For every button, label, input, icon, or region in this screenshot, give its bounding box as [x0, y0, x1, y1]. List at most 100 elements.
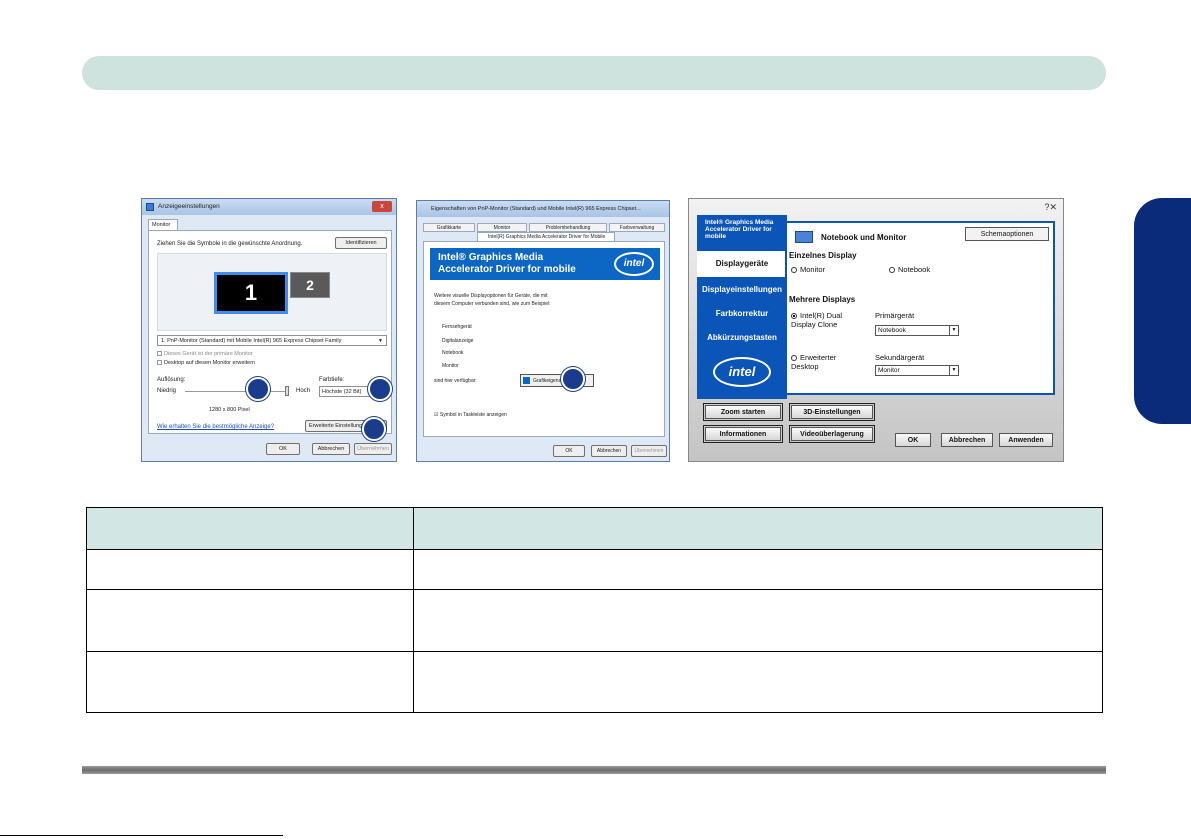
table-cell: [413, 589, 1103, 652]
radio-dual-clone[interactable]: Intel(R) Dual Display Clone: [791, 311, 861, 329]
radio-extended-desktop[interactable]: Erweiterter Desktop: [791, 353, 861, 371]
cancel-button[interactable]: Abbrechen: [941, 433, 993, 447]
resolution-slider-thumb[interactable]: [285, 386, 289, 396]
footer-rule: [82, 766, 1106, 774]
checkbox-icon: [157, 351, 162, 357]
help-close-icons[interactable]: ?✕: [1044, 202, 1057, 213]
monitor-2-tile[interactable]: 2: [290, 272, 330, 298]
tab-monitor[interactable]: Monitor: [477, 223, 527, 232]
nav-displaygeraete[interactable]: Displaygeräte: [697, 251, 787, 277]
monitor-1-tile[interactable]: 1: [214, 272, 288, 314]
monitor-properties-screenshot: Eigenschaften von PnP-Monitor (Standard)…: [416, 200, 670, 462]
3d-settings-button[interactable]: 3D-Einstellungen: [789, 403, 875, 421]
table-cell: [413, 549, 1103, 590]
table-row: [86, 651, 1103, 713]
table-header-cell: [413, 507, 1103, 550]
side-tab: [1134, 198, 1191, 424]
nav-abkuerzungstasten[interactable]: Abkürzungstasten: [697, 325, 787, 351]
properties-tabs: Grafikkarte Monitor Problembehandlung Fa…: [423, 223, 665, 232]
close-icon[interactable]: x: [372, 201, 392, 212]
primary-monitor-checkbox[interactable]: Dieses Gerät ist der primäre Monitor: [157, 351, 253, 357]
tab-farbverwaltung[interactable]: Farbverwaltung: [609, 223, 665, 232]
panel-title: Notebook und Monitor: [821, 233, 907, 242]
extend-desktop-checkbox[interactable]: Desktop auf diesen Monitor erweitern: [157, 360, 255, 366]
table-cell: [413, 651, 1103, 713]
radio-notebook[interactable]: Notebook: [889, 265, 930, 274]
radio-icon: [889, 267, 895, 274]
device-item: Fernsehgerät: [442, 324, 472, 330]
primary-device-label: Primärgerät: [875, 311, 915, 320]
dual-clone-label: Intel(R) Dual Display Clone: [791, 311, 843, 329]
radio-monitor-label: Monitor: [800, 265, 826, 274]
ok-button[interactable]: OK: [553, 445, 585, 457]
extend-desktop-label: Desktop auf diesen Monitor erweitern: [164, 360, 256, 366]
display-settings-screenshot: Anzeigeeinstellungen x Monitor Ziehen Si…: [141, 198, 397, 462]
resolution-low-label: Niedrig: [157, 388, 177, 394]
radio-selected-icon: [791, 313, 797, 320]
zoom-start-button[interactable]: Zoom starten: [703, 403, 783, 421]
checkbox-icon: [157, 360, 162, 366]
apply-button[interactable]: Anwenden: [999, 433, 1053, 447]
secondary-device-select[interactable]: Monitor ▼: [875, 365, 959, 376]
table-row: [86, 589, 1103, 652]
banner-text: Intel® Graphics Media Accelerator Driver…: [438, 252, 576, 275]
window-title: Anzeigeeinstellungen: [158, 203, 220, 210]
nav-displayeinstellungen[interactable]: Displayeinstellungen: [697, 277, 787, 303]
apply-button[interactable]: Übernehmen: [354, 443, 392, 455]
intel-sidebar: Intel® Graphics Media Accelerator Driver…: [697, 215, 787, 399]
chevron-down-icon: ▼: [949, 326, 958, 335]
tray-icon-checkbox[interactable]: ☑ Symbol in Taskleiste anzeigen: [434, 412, 507, 418]
tab-grafikkarte[interactable]: Grafikkarte: [423, 223, 475, 232]
tray-icon-label: Symbol in Taskleiste anzeigen: [439, 412, 507, 418]
intel-gma-screenshot: ?✕ Intel® Graphics Media Accelerator Dri…: [688, 198, 1064, 462]
callout-4: [561, 367, 585, 391]
table-header-row: [86, 507, 1103, 550]
display-devices-panel: Notebook und Monitor Schemaoptionen Einz…: [785, 221, 1055, 395]
window-title-bar: Anzeigeeinstellungen x: [142, 199, 396, 215]
radio-notebook-label: Notebook: [898, 265, 931, 274]
video-overlay-button[interactable]: Videoüberlagerung: [789, 425, 875, 443]
identify-button[interactable]: Identifizieren: [335, 237, 387, 249]
callout-3: [362, 417, 386, 441]
schema-options-button[interactable]: Schemaoptionen: [965, 227, 1049, 241]
display-select[interactable]: 1. PnP-Monitor (Standard) mit Mobile Int…: [157, 335, 387, 346]
callout-1: [246, 377, 270, 401]
callout-2: [368, 377, 392, 401]
apply-button[interactable]: Übernehmen: [631, 445, 667, 457]
device-item: Monitor: [442, 363, 459, 369]
resolution-high-label: Hoch: [296, 388, 311, 394]
radio-icon: [791, 355, 797, 362]
primary-device-select[interactable]: Notebook ▼: [875, 325, 959, 336]
multiple-displays-heading: Mehrere Displays: [789, 295, 856, 304]
settings-table: [86, 507, 1103, 713]
resolution-label: Auflösung:: [157, 377, 186, 383]
intel-banner: Intel® Graphics Media Accelerator Driver…: [430, 248, 660, 280]
intel-icon: [523, 377, 530, 384]
intel-panel: Intel® Graphics Media Accelerator Driver…: [423, 241, 665, 437]
primary-monitor-label: Dieses Gerät ist der primäre Monitor: [164, 351, 253, 357]
arrange-instruction: Ziehen Sie die Symbole in die gewünschte…: [157, 241, 303, 247]
color-depth-label: Farbtiefe:: [319, 377, 345, 383]
secondary-device-value: Monitor: [878, 367, 900, 374]
secondary-device-label: Sekundärgerät: [875, 353, 925, 362]
ok-button[interactable]: OK: [895, 433, 931, 447]
options-description: Weitere visuelle Displayoptionen für Ger…: [434, 293, 551, 307]
ok-button[interactable]: OK: [266, 443, 300, 455]
window-icon: [146, 203, 154, 211]
window-title: Eigenschaften von PnP-Monitor (Standard)…: [417, 201, 669, 217]
extended-desktop-label: Erweiterter Desktop: [791, 353, 837, 371]
primary-device-value: Notebook: [878, 327, 906, 334]
cancel-button[interactable]: Abbrechen: [591, 445, 627, 457]
device-item: Notebook: [442, 350, 464, 356]
monitor-panel: Ziehen Sie die Symbole in die gewünschte…: [148, 230, 392, 434]
cancel-button[interactable]: Abbrechen: [312, 443, 350, 455]
information-button[interactable]: Informationen: [703, 425, 783, 443]
resolution-slider-track[interactable]: [185, 391, 289, 392]
tab-problembehandlung[interactable]: Problembehandlung: [529, 223, 607, 232]
available-text: sind hier verfügbar:: [434, 378, 477, 384]
display-select-value: 1. PnP-Monitor (Standard) mit Mobile Int…: [161, 338, 342, 344]
table-row: [86, 549, 1103, 590]
nav-farbkorrektur[interactable]: Farbkorrektur: [697, 301, 787, 327]
help-link[interactable]: Wie erhalten Sie die bestmögliche Anzeig…: [157, 424, 274, 430]
radio-monitor[interactable]: Monitor: [791, 265, 825, 274]
